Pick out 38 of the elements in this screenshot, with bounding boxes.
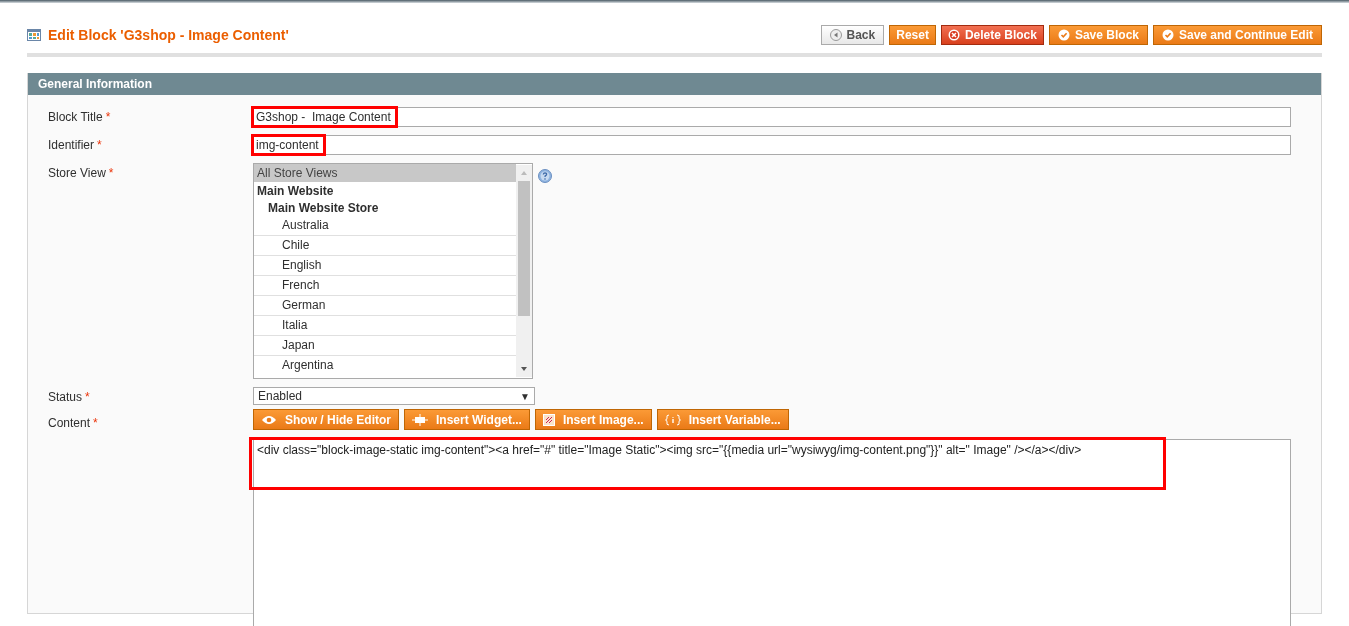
checkmark-icon [1162, 29, 1174, 41]
status-select[interactable]: Enabled ▼ [253, 387, 535, 405]
widget-icon [412, 413, 428, 426]
store-option[interactable]: Japan [254, 336, 516, 356]
variable-icon [664, 413, 681, 426]
field-label: Status [48, 390, 83, 404]
store-option[interactable]: Italia [254, 316, 516, 336]
store-option[interactable]: Chile [254, 236, 516, 256]
store-option[interactable]: English [254, 256, 516, 276]
field-label: Store View [48, 166, 106, 180]
store-option[interactable]: Argentina [254, 356, 516, 376]
required-mark: * [85, 390, 90, 404]
required-mark: * [93, 416, 98, 430]
grid-icon [27, 29, 41, 41]
action-button[interactable]: Back [820, 25, 885, 45]
page-title: Edit Block 'G3shop - Image Content' [48, 27, 289, 43]
field-label: Identifier [48, 138, 95, 152]
scrollbar[interactable] [516, 165, 532, 377]
eye-icon [261, 414, 277, 425]
text-field[interactable]: G3shop - Image Content [253, 107, 1291, 127]
image-icon [542, 413, 555, 426]
field-label: Block Title [48, 110, 103, 124]
text-field[interactable]: img-content [253, 135, 1291, 155]
store-option[interactable]: All Store Views [254, 164, 516, 182]
section-header: General Information [28, 73, 1321, 95]
store-option[interactable]: Australia [254, 216, 516, 236]
store-option[interactable]: Main Website [254, 182, 516, 200]
required-mark: * [108, 166, 114, 180]
store-option[interactable]: German [254, 296, 516, 316]
required-mark: * [105, 110, 111, 124]
field-label: Content [48, 416, 91, 430]
action-button[interactable]: Delete Block [940, 25, 1044, 45]
checkmark-icon [1057, 29, 1070, 41]
help-icon[interactable] [538, 169, 552, 183]
store-group[interactable]: Main Website Store [254, 200, 516, 216]
required-mark: * [97, 138, 102, 152]
delete-icon [947, 29, 960, 41]
store-option[interactable]: French [254, 276, 516, 296]
